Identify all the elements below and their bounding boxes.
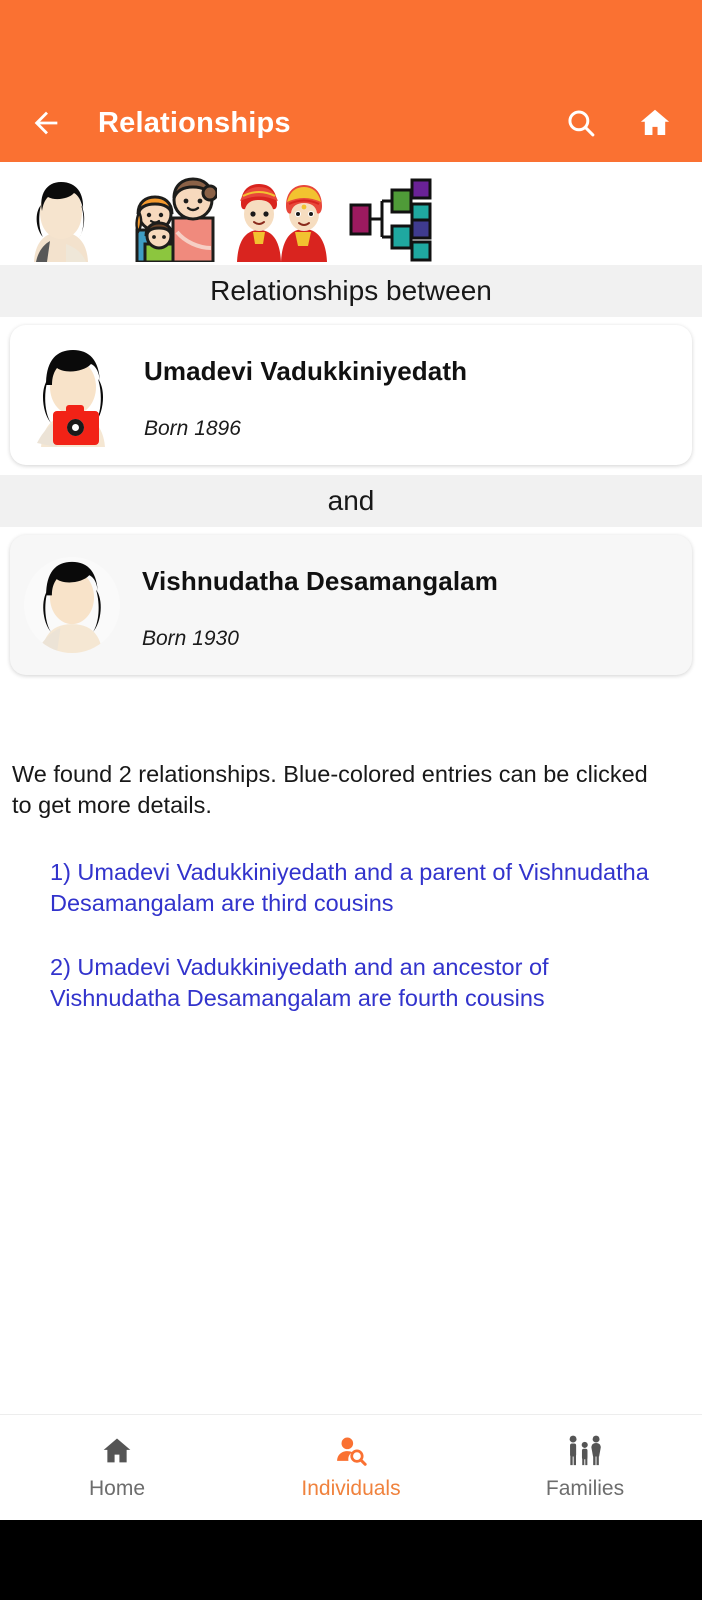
section-header-between: Relationships between (0, 265, 702, 317)
strip-item-individual[interactable] (6, 166, 116, 262)
family-group-icon (569, 1435, 601, 1466)
home-icon (103, 1438, 131, 1463)
app-bar: Relationships (0, 0, 702, 162)
results-section: We found 2 relationships. Blue-colored e… (0, 685, 702, 1414)
search-icon (568, 110, 595, 137)
nav-item-families[interactable]: Families (468, 1434, 702, 1501)
person-2-text: Vishnudatha Desamangalam Born 1930 (142, 549, 498, 661)
section-header-between-label: Relationships between (210, 275, 492, 306)
app-root: Relationships Relationships between Umad… (0, 0, 702, 1600)
camera-badge-icon (53, 405, 99, 445)
app-bar-row: Relationships (0, 84, 702, 162)
relationship-item-2[interactable]: 2) Umadevi Vadukkiniyedath and an ancest… (50, 952, 650, 1015)
home-button[interactable] (630, 98, 680, 148)
nav-item-individuals[interactable]: Individuals (234, 1434, 468, 1501)
category-icon-strip (0, 162, 702, 265)
person-1-text: Umadevi Vadukkiniyedath Born 1896 (144, 339, 467, 451)
person-card-1[interactable]: Umadevi Vadukkiniyedath Born 1896 (10, 325, 692, 465)
avatar-person-2 (24, 557, 120, 653)
person-card-1-wrap: Umadevi Vadukkiniyedath Born 1896 (0, 317, 702, 475)
system-navigation-bar (0, 1520, 702, 1600)
page-title: Relationships (98, 106, 291, 139)
section-header-and-label: and (327, 485, 375, 516)
person-1-born: Born 1896 (144, 416, 241, 440)
person-1-name: Umadevi Vadukkiniyedath (144, 355, 468, 386)
person-card-2[interactable]: Vishnudatha Desamangalam Born 1930 (10, 535, 692, 675)
nav-item-home[interactable]: Home (0, 1434, 234, 1501)
person-2-born: Born 1930 (142, 626, 239, 650)
home-icon (640, 109, 670, 135)
nav-item-families-label: Families (545, 1477, 625, 1500)
nav-item-home-label: Home (88, 1477, 146, 1500)
wedding-couple-icon (237, 183, 327, 262)
family-tree-icon (349, 178, 432, 261)
bottom-navigation: Home Individuals Families (0, 1414, 702, 1520)
avatar-person-1 (24, 339, 122, 451)
arrow-left-icon (34, 111, 58, 135)
strip-item-family[interactable] (116, 166, 226, 262)
person-card-2-wrap: Vishnudatha Desamangalam Born 1930 (0, 527, 702, 685)
person-2-name: Vishnudatha Desamangalam (142, 565, 498, 596)
person-silhouette-avatar (37, 561, 103, 653)
section-header-and: and (0, 475, 702, 527)
relationship-list: 1) Umadevi Vadukkiniyedath and a parent … (12, 857, 680, 1014)
back-button[interactable] (24, 101, 68, 145)
family-icon (135, 176, 217, 262)
results-summary: We found 2 relationships. Blue-colored e… (12, 761, 648, 819)
strip-item-couple[interactable] (226, 166, 336, 262)
individual-avatar-icon (34, 181, 88, 262)
strip-item-family-tree[interactable] (336, 166, 446, 262)
relationship-item-1[interactable]: 1) Umadevi Vadukkiniyedath and a parent … (50, 857, 650, 920)
search-button[interactable] (556, 98, 606, 148)
person-search-icon (337, 1437, 367, 1466)
nav-item-individuals-label: Individuals (301, 1477, 401, 1500)
